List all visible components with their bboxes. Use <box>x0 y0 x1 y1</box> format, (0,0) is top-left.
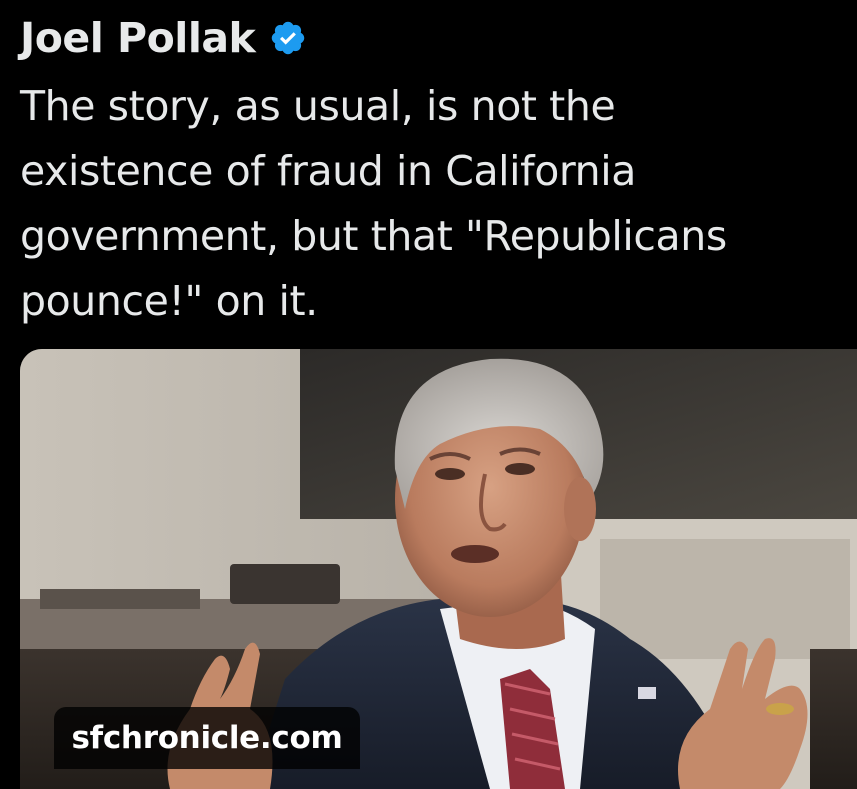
tweet-text-line: pounce!" on it. <box>20 277 318 325</box>
verified-badge-icon[interactable] <box>269 19 307 57</box>
tweet-text-line: government, but that "Republicans <box>20 212 727 260</box>
tweet-text-line: The story, as usual, is not the <box>20 82 616 130</box>
link-domain-label: sfchronicle.com <box>71 720 343 756</box>
link-domain-chip[interactable]: sfchronicle.com <box>54 707 360 769</box>
tweet-header: Joel Pollak <box>20 10 307 66</box>
tweet-text-line: existence of fraud in California <box>20 147 636 195</box>
tweet-text: The story, as usual, is not the existenc… <box>20 74 850 334</box>
author-name[interactable]: Joel Pollak <box>20 14 256 62</box>
